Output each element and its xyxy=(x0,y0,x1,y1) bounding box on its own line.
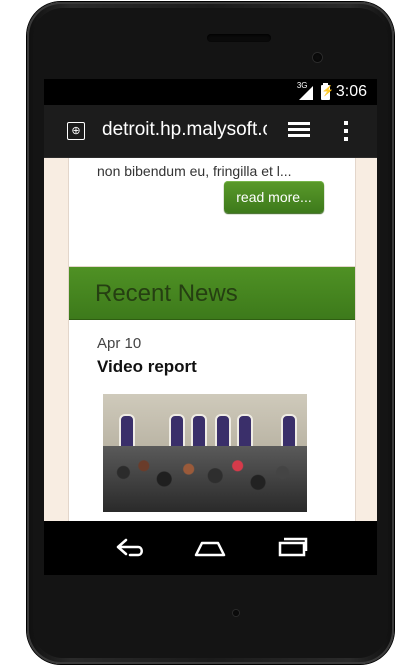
system-navigation-bar xyxy=(44,521,377,575)
article-teaser: non bibendum eu, fringilla et l... xyxy=(97,163,292,179)
recent-news-card: Recent News Apr 10 Video report xyxy=(68,266,356,521)
earpiece-speaker xyxy=(207,34,271,42)
news-headline[interactable]: Video report xyxy=(97,357,197,377)
device-screen: 3G ⚡ 3:06 ⊕ detroit.hp.malysoft.c non bi… xyxy=(44,79,377,575)
tabs-icon[interactable] xyxy=(288,122,310,138)
overflow-menu-icon[interactable] xyxy=(344,121,350,141)
read-more-button[interactable]: read more... xyxy=(224,181,324,213)
signal-bars xyxy=(298,86,313,100)
news-thumbnail-image[interactable] xyxy=(103,394,307,512)
home-icon[interactable] xyxy=(192,533,228,561)
bottom-microphone xyxy=(233,610,239,616)
url-field[interactable]: detroit.hp.malysoft.c xyxy=(102,119,267,141)
recent-news-title: Recent News xyxy=(95,280,238,307)
status-bar: 3G ⚡ 3:06 xyxy=(44,79,377,105)
browser-toolbar: ⊕ detroit.hp.malysoft.c xyxy=(44,105,377,158)
status-clock: 3:06 xyxy=(335,83,367,100)
globe-icon[interactable]: ⊕ xyxy=(67,122,85,140)
status-indicators: 3G ⚡ 3:06 xyxy=(297,81,367,101)
battery-icon: ⚡ xyxy=(320,82,334,100)
recent-news-header: Recent News xyxy=(69,267,355,320)
news-date: Apr 10 xyxy=(97,335,142,352)
back-icon[interactable] xyxy=(112,533,148,561)
signal-icon: 3G xyxy=(297,81,315,100)
web-content[interactable]: non bibendum eu, fringilla et l... read … xyxy=(44,158,377,521)
front-camera xyxy=(313,53,322,62)
recent-apps-icon[interactable] xyxy=(274,533,310,561)
